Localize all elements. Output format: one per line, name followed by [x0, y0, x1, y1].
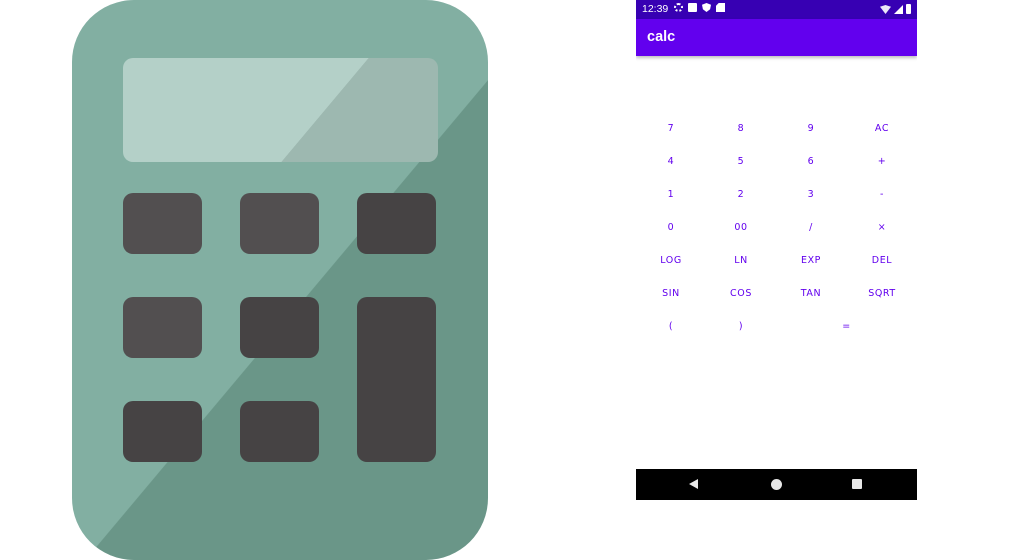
- status-time: 12:39: [642, 3, 669, 15]
- illustration-key: [123, 401, 202, 462]
- illustration-key: [123, 193, 202, 254]
- navigation-bar: [636, 469, 917, 500]
- wifi-icon: [880, 5, 891, 14]
- sd-card-icon: [716, 3, 725, 12]
- key-8[interactable]: 8: [706, 114, 776, 142]
- key-sin[interactable]: SIN: [636, 279, 706, 307]
- status-bar: 12:39: [636, 0, 917, 19]
- gear-icon: [674, 3, 683, 12]
- key-delete[interactable]: DEL: [847, 246, 917, 274]
- key-4[interactable]: 4: [636, 147, 706, 175]
- key-ln[interactable]: LN: [706, 246, 776, 274]
- key-minus[interactable]: -: [847, 180, 917, 208]
- key-3[interactable]: 3: [776, 180, 846, 208]
- key-divide[interactable]: /: [776, 213, 846, 241]
- key-cos[interactable]: COS: [706, 279, 776, 307]
- illustration-key: [123, 297, 202, 358]
- key-7[interactable]: 7: [636, 114, 706, 142]
- status-right-icons: [880, 4, 911, 14]
- key-all-clear[interactable]: AC: [847, 114, 917, 142]
- key-00[interactable]: 00: [706, 213, 776, 241]
- key-9[interactable]: 9: [776, 114, 846, 142]
- key-multiply[interactable]: ×: [847, 213, 917, 241]
- recents-icon[interactable]: [852, 479, 862, 489]
- app-bar: calc: [636, 19, 917, 56]
- illustration-key: [240, 193, 319, 254]
- key-close-paren[interactable]: ): [706, 312, 776, 340]
- app-title: calc: [647, 29, 676, 45]
- key-5[interactable]: 5: [706, 147, 776, 175]
- key-log[interactable]: LOG: [636, 246, 706, 274]
- illustration-key-tall: [357, 297, 436, 462]
- key-exp[interactable]: EXP: [776, 246, 846, 274]
- illustration-key: [357, 193, 436, 254]
- key-1[interactable]: 1: [636, 180, 706, 208]
- illustration-key: [240, 401, 319, 462]
- calculator-display: [123, 58, 438, 162]
- battery-icon: [906, 4, 911, 14]
- key-2[interactable]: 2: [706, 180, 776, 208]
- key-6[interactable]: 6: [776, 147, 846, 175]
- status-left-icons: [674, 3, 725, 12]
- key-plus[interactable]: +: [847, 147, 917, 175]
- phone-screen: 12:39 calc 7 8 9 AC 4 5 6 + 1 2 3 - 0 00…: [636, 0, 917, 500]
- signal-icon: [894, 5, 903, 14]
- illustration-key: [240, 297, 319, 358]
- key-open-paren[interactable]: (: [636, 312, 706, 340]
- download-box-icon: [688, 3, 697, 12]
- key-tan[interactable]: TAN: [776, 279, 846, 307]
- shield-icon: [702, 3, 711, 12]
- back-icon[interactable]: [689, 479, 698, 489]
- key-0[interactable]: 0: [636, 213, 706, 241]
- calculator-body: [72, 0, 488, 560]
- key-equals[interactable]: =: [776, 312, 917, 340]
- calculator-illustration: [72, 0, 488, 560]
- home-icon[interactable]: [771, 479, 782, 490]
- key-sqrt[interactable]: SQRT: [847, 279, 917, 307]
